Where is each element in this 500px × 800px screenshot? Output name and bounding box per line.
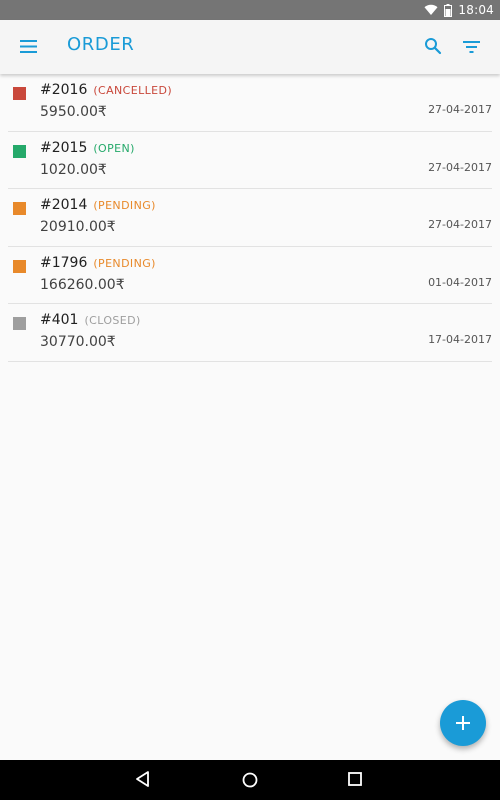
- order-amount: 20910.00₹: [40, 219, 116, 235]
- status-indicator: [13, 87, 26, 100]
- order-status: (PENDING): [93, 256, 156, 270]
- order-number: #2016: [40, 82, 88, 98]
- order-row[interactable]: #2014 (PENDING) 20910.00₹ 27-04-2017: [8, 189, 492, 247]
- add-order-button[interactable]: [440, 700, 486, 746]
- order-row[interactable]: #2016 (CANCELLED) 5950.00₹ 27-04-2017: [8, 74, 492, 132]
- order-status: (CANCELLED): [93, 84, 173, 97]
- order-number: #401: [40, 312, 79, 328]
- status-indicator: [13, 144, 26, 158]
- status-bar: 18:04: [0, 0, 500, 20]
- home-button[interactable]: [240, 770, 260, 790]
- recent-apps-button[interactable]: [346, 770, 366, 790]
- order-status: (CLOSED): [84, 314, 141, 327]
- order-status: (OPEN): [93, 141, 135, 155]
- order-date: 27-04-2017: [428, 218, 492, 231]
- back-button[interactable]: [134, 770, 154, 790]
- menu-icon: [20, 40, 37, 53]
- page-title: ORDER: [67, 34, 135, 55]
- order-number: #2015: [40, 139, 88, 156]
- wifi-icon: [424, 4, 438, 16]
- order-row[interactable]: #401 (CLOSED) 30770.00₹ 17-04-2017: [8, 304, 492, 362]
- status-indicator: [13, 259, 26, 273]
- status-indicator: [13, 202, 26, 215]
- filter-icon: [463, 41, 480, 53]
- status-indicator: [13, 317, 26, 330]
- back-icon: [136, 771, 149, 787]
- order-number: #2014: [40, 197, 88, 213]
- order-amount: 166260.00₹: [40, 276, 125, 293]
- plus-icon: [456, 716, 470, 730]
- navigation-bar: [0, 760, 500, 800]
- order-date: 27-04-2017: [428, 160, 492, 174]
- search-icon: [425, 38, 442, 55]
- status-time: 18:04: [458, 3, 494, 17]
- order-amount: 1020.00₹: [40, 161, 107, 178]
- order-date: 01-04-2017: [428, 275, 492, 289]
- order-number: #1796: [40, 254, 88, 271]
- menu-button[interactable]: [20, 37, 40, 57]
- app-bar: ORDER: [0, 20, 500, 74]
- recent-apps-icon: [348, 772, 362, 786]
- order-list: #2016 (CANCELLED) 5950.00₹ 27-04-2017 #20…: [0, 74, 500, 362]
- order-row[interactable]: #2015 (OPEN) 1020.00₹ 27-04-2017: [8, 132, 492, 189]
- order-status: (PENDING): [93, 199, 156, 212]
- order-date: 17-04-2017: [428, 333, 492, 346]
- screen: 18:04 ORDER #2016 (CANCELLED) 5950.00₹ 2…: [0, 0, 500, 800]
- filter-button[interactable]: [463, 37, 485, 57]
- home-icon: [242, 772, 258, 788]
- order-amount: 5950.00₹: [40, 104, 107, 120]
- search-button[interactable]: [424, 37, 444, 57]
- order-amount: 30770.00₹: [40, 334, 116, 350]
- order-date: 27-04-2017: [428, 103, 492, 116]
- battery-icon: [444, 3, 453, 17]
- order-row[interactable]: #1796 (PENDING) 166260.00₹ 01-04-2017: [8, 247, 492, 304]
